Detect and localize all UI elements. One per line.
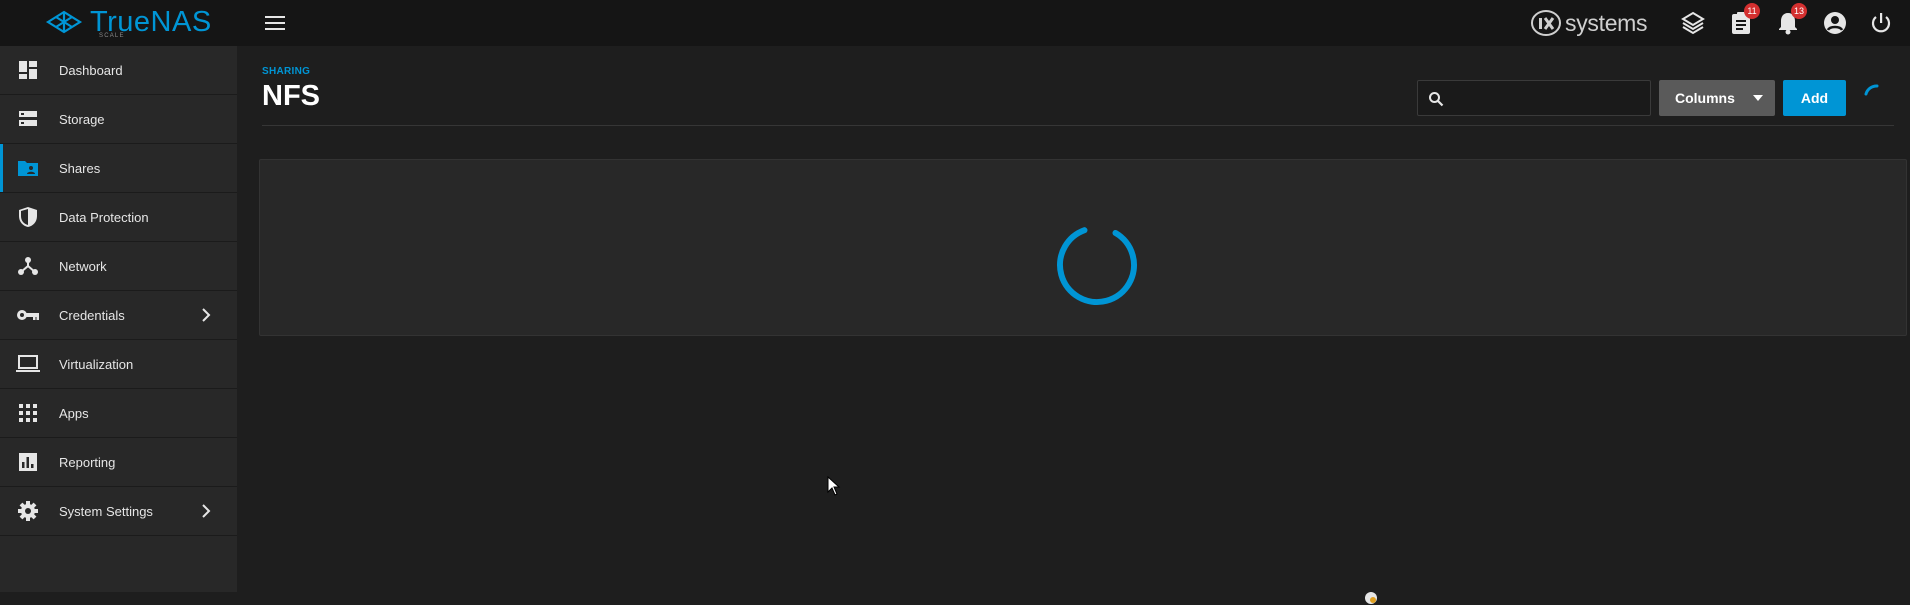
loading-spinner-icon: [1057, 225, 1137, 305]
truenas-logo-icon: [45, 10, 83, 34]
sidebar-item-label: Virtualization: [59, 356, 134, 372]
status-indicator-icon: [1365, 592, 1377, 604]
main-content: SHARING NFS Columns Add: [237, 46, 1910, 604]
nfs-shares-table-card: [259, 159, 1907, 336]
columns-button-label: Columns: [1675, 90, 1735, 106]
mouse-pointer-icon: [827, 476, 841, 496]
search-input[interactable]: [1450, 85, 1646, 111]
laptop-icon: [15, 351, 41, 377]
folder-shared-icon: [15, 155, 41, 181]
ixsystems-logo[interactable]: systems: [1530, 8, 1648, 38]
power-icon: [1871, 13, 1891, 33]
key-icon: [15, 302, 41, 328]
sidebar-item-credentials[interactable]: Credentials: [0, 291, 237, 340]
sidebar-item-storage[interactable]: Storage: [0, 95, 237, 144]
task-manager-button[interactable]: 11: [1728, 3, 1760, 36]
truenas-logo[interactable]: TrueNAS SCALE: [44, 4, 212, 40]
network-icon: [15, 253, 41, 279]
truecommand-icon: [1681, 11, 1705, 35]
menu-toggle-button[interactable]: [262, 11, 288, 35]
sidebar-item-label: Shares: [59, 160, 101, 176]
account-button[interactable]: [1822, 10, 1848, 36]
sidebar-item-label: Apps: [59, 405, 89, 421]
sidebar-item-shares[interactable]: Shares: [0, 144, 237, 193]
sidebar-item-system-settings[interactable]: System Settings: [0, 487, 237, 536]
storage-icon: [15, 106, 41, 132]
sidebar-item-data-protection[interactable]: Data Protection: [0, 193, 237, 242]
apps-grid-icon: [15, 400, 41, 426]
alerts-badge: 13: [1790, 3, 1807, 19]
chart-icon: [15, 449, 41, 475]
sidebar-nav: Dashboard Storage Shares Data Protection…: [0, 46, 237, 592]
hamburger-menu-icon: [265, 16, 285, 30]
sidebar-item-label: Data Protection: [59, 209, 149, 225]
sidebar-item-label: Dashboard: [59, 62, 123, 78]
sidebar-item-virtualization[interactable]: Virtualization: [0, 340, 237, 389]
power-button[interactable]: [1868, 10, 1894, 36]
task-manager-badge: 11: [1744, 3, 1760, 19]
gear-icon: [15, 498, 41, 524]
sidebar-item-dashboard[interactable]: Dashboard: [0, 46, 237, 95]
ix-logo-icon: [1531, 10, 1561, 36]
page-title: NFS: [262, 80, 320, 112]
truecommand-button[interactable]: [1680, 10, 1706, 36]
security-shield-icon: [15, 204, 41, 230]
account-circle-icon: [1824, 12, 1846, 34]
brand-edition: SCALE: [99, 33, 125, 39]
alerts-button[interactable]: 13: [1775, 3, 1807, 36]
chevron-right-icon: [202, 308, 211, 322]
sidebar-item-label: Credentials: [59, 307, 125, 323]
chevron-right-icon: [202, 504, 211, 518]
breadcrumb[interactable]: SHARING: [262, 66, 310, 77]
sidebar-item-apps[interactable]: Apps: [0, 389, 237, 438]
vendor-name: systems: [1565, 9, 1648, 36]
sidebar-item-label: Storage: [59, 111, 105, 127]
loading-spinner-icon: [1864, 84, 1879, 96]
add-button-label: Add: [1800, 90, 1829, 106]
sidebar-item-label: System Settings: [59, 503, 153, 519]
header-divider: [262, 125, 1894, 126]
sidebar-item-network[interactable]: Network: [0, 242, 237, 291]
sidebar-item-reporting[interactable]: Reporting: [0, 438, 237, 487]
search-field[interactable]: [1417, 80, 1651, 116]
dashboard-icon: [15, 57, 41, 83]
sidebar-item-label: Reporting: [59, 454, 116, 470]
columns-button[interactable]: Columns: [1659, 80, 1775, 116]
add-button[interactable]: Add: [1783, 80, 1846, 116]
search-icon: [1429, 92, 1444, 107]
sidebar-item-label: Network: [59, 258, 107, 274]
caret-down-icon: [1753, 95, 1763, 101]
top-toolbar: TrueNAS SCALE systems 11 13: [0, 0, 1910, 46]
